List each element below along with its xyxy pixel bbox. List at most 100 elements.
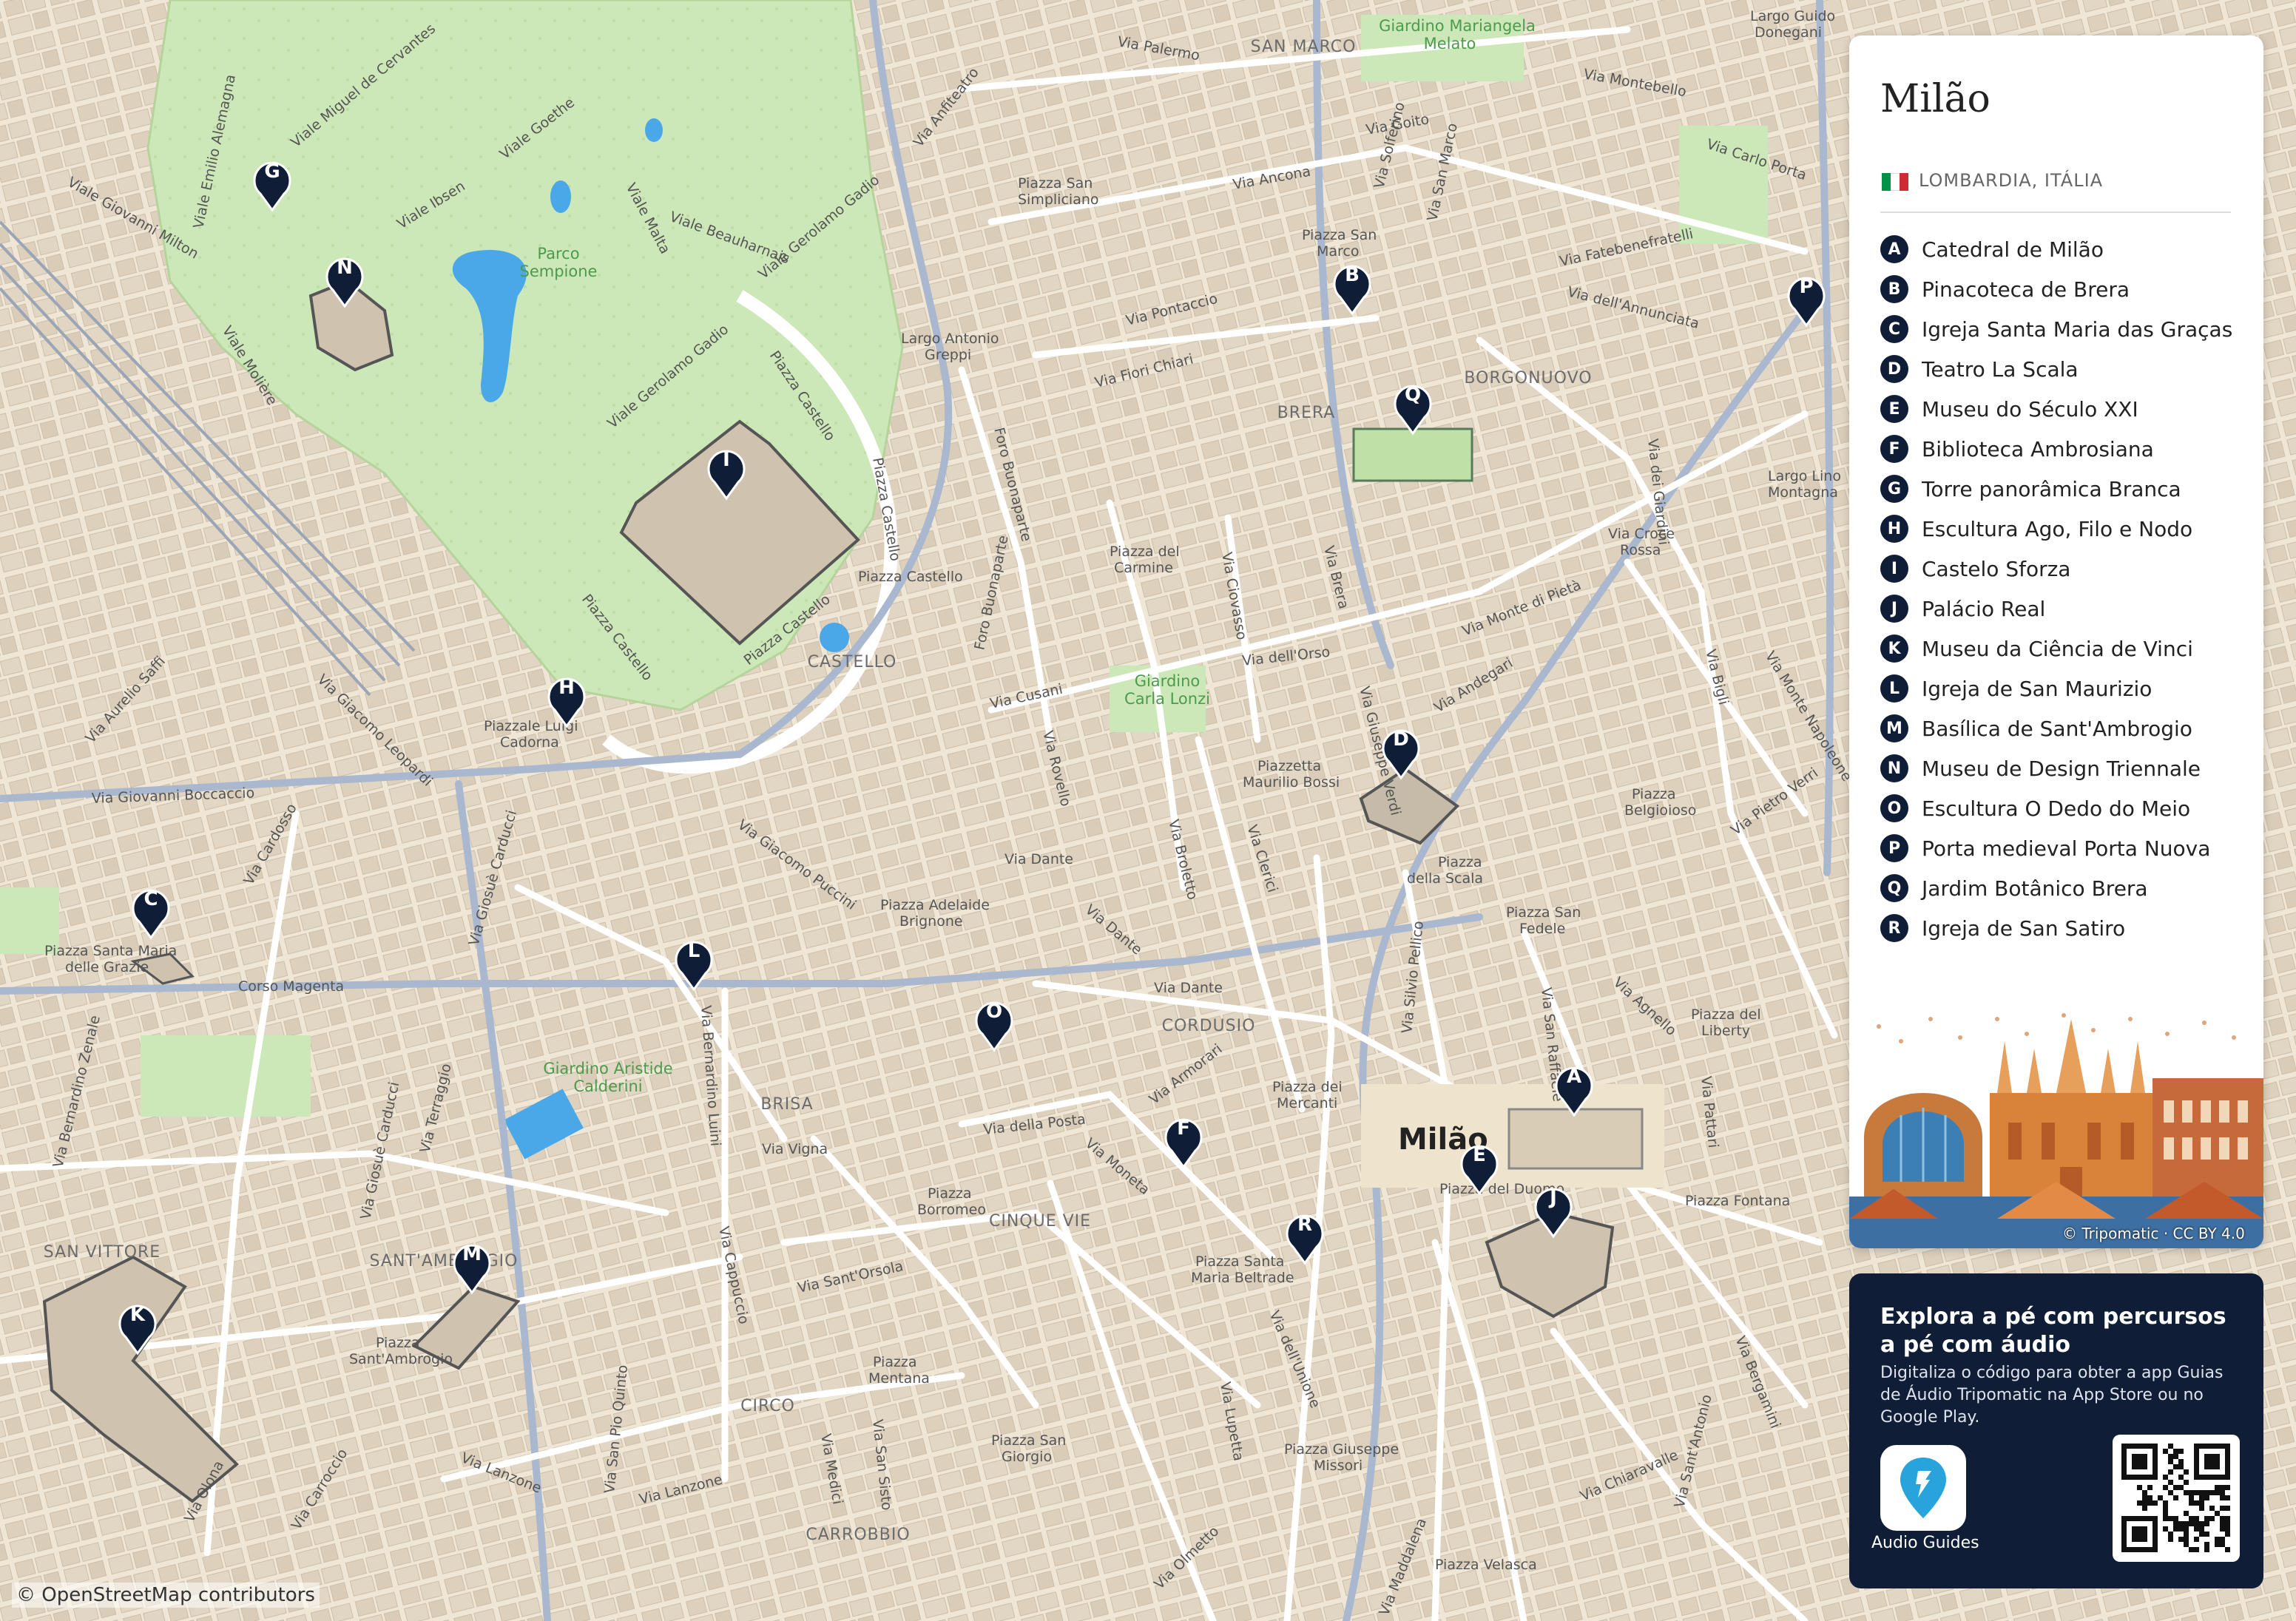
qr-module <box>2225 1547 2230 1552</box>
poi-badge: L <box>1880 674 1908 703</box>
qr-module <box>2204 1542 2209 1547</box>
poi-item-i[interactable]: I Castelo Sforza <box>1880 549 2232 589</box>
qr-module <box>2220 1506 2225 1511</box>
qr-module <box>2184 1526 2189 1532</box>
qr-module <box>2204 1532 2209 1537</box>
district-brera: BRERA <box>1277 404 1336 422</box>
qr-module <box>2173 1449 2178 1454</box>
poi-item-a[interactable]: A Catedral de Milão <box>1880 229 2232 269</box>
qr-module <box>2189 1516 2194 1521</box>
promo-description: Digitaliza o código para obter a app Gui… <box>1880 1364 2224 1427</box>
qr-module <box>2178 1485 2184 1490</box>
qr-module <box>2178 1475 2184 1480</box>
qr-module <box>2220 1495 2225 1500</box>
poi-item-m[interactable]: M Basílica de Sant'Ambrogio <box>1880 708 2232 748</box>
street-label: Piazza San <box>1018 175 1093 192</box>
park-giardino-calderini <box>141 1035 311 1117</box>
legend-panel: Milão LOMBARDIA, ITÁLIA A Catedral de Mil… <box>1849 35 2263 1248</box>
poi-item-l[interactable]: L Igreja de San Maurizio <box>1880 669 2232 708</box>
qr-module <box>2189 1495 2194 1500</box>
qr-module <box>2215 1490 2220 1495</box>
qr-module <box>2184 1521 2189 1526</box>
street-label: Missori <box>1314 1458 1363 1474</box>
qr-module <box>2178 1449 2184 1454</box>
poi-item-r[interactable]: R Igreja de San Satiro <box>1880 908 2232 948</box>
poi-item-c[interactable]: C Igreja Santa Maria das Graças <box>1880 309 2232 349</box>
qr-module <box>2189 1490 2194 1495</box>
marker-letter: O <box>986 1001 1002 1023</box>
street-label: Belgioioso <box>1624 802 1696 819</box>
qr-module <box>2220 1516 2225 1521</box>
poi-item-d[interactable]: D Teatro La Scala <box>1880 349 2232 389</box>
poi-item-h[interactable]: H Escultura Ago, Filo e Nodo <box>1880 509 2232 549</box>
poi-badge: R <box>1880 914 1908 942</box>
poi-badge: D <box>1880 355 1908 383</box>
qr-module <box>2220 1542 2225 1547</box>
qr-module <box>2178 1526 2184 1532</box>
street-label: Cadorna <box>500 734 559 751</box>
street-label: Piazza <box>928 1185 972 1202</box>
street-label: Carmine <box>1114 560 1173 576</box>
street-label: Simpliciano <box>1018 192 1099 208</box>
marker-letter: N <box>337 257 353 279</box>
qr-module <box>2173 1521 2178 1526</box>
qr-module <box>2209 1516 2215 1521</box>
qr-module <box>2178 1521 2184 1526</box>
qr-module <box>2178 1464 2184 1469</box>
poi-item-n[interactable]: N Museu de Design Triennale <box>1880 748 2232 788</box>
marker-letter: E <box>1473 1144 1486 1166</box>
poi-item-q[interactable]: Q Jardim Botânico Brera <box>1880 868 2232 908</box>
qr-module <box>2184 1542 2189 1547</box>
qr-module <box>2204 1521 2209 1526</box>
qr-finder <box>2132 1454 2147 1469</box>
marker-letter: I <box>723 449 730 471</box>
qr-module <box>2199 1490 2204 1495</box>
poi-badge: B <box>1880 275 1908 303</box>
qr-code-icon[interactable] <box>2113 1435 2240 1562</box>
qr-module <box>2163 1485 2168 1490</box>
poi-item-j[interactable]: J Palácio Real <box>1880 589 2232 629</box>
qr-module <box>2147 1500 2152 1506</box>
qr-module <box>2163 1475 2168 1480</box>
street-label: Maurilio Bossi <box>1243 774 1340 791</box>
parco-sempione-label-1: Parco <box>537 245 579 263</box>
street-label: della Scala <box>1407 870 1483 887</box>
poi-item-p[interactable]: P Porta medieval Porta Nuova <box>1880 828 2232 868</box>
poi-item-f[interactable]: F Biblioteca Ambrosiana <box>1880 429 2232 469</box>
poi-name: Escultura Ago, Filo e Nodo <box>1922 516 2193 541</box>
street-label: Piazza Santa <box>1195 1253 1284 1270</box>
district-santambrogio: SANT'AMBROGIO <box>370 1252 519 1270</box>
poi-badge: H <box>1880 515 1908 543</box>
poi-item-e[interactable]: E Museu do Século XXI <box>1880 389 2232 429</box>
poi-list: A Catedral de Milão B Pinacoteca de Brera C I… <box>1880 229 2232 948</box>
qr-module <box>2189 1521 2194 1526</box>
qr-module <box>2225 1485 2230 1490</box>
street-label: Piazza <box>1632 786 1676 802</box>
legend-divider <box>1880 211 2231 213</box>
qr-module <box>2220 1537 2225 1542</box>
poi-name: Porta medieval Porta Nuova <box>1922 836 2211 861</box>
qr-module <box>2215 1485 2220 1490</box>
qr-module <box>2194 1537 2199 1542</box>
poi-name: Basílica de Sant'Ambrogio <box>1922 716 2192 741</box>
poi-name: Igreja de San Maurizio <box>1922 676 2152 701</box>
map-attribution[interactable]: © OpenStreetMap contributors <box>12 1583 320 1608</box>
qr-module <box>2199 1532 2204 1537</box>
qr-module <box>2194 1521 2199 1526</box>
qr-module <box>2168 1532 2173 1537</box>
region-subtitle: LOMBARDIA, ITÁLIA <box>1919 170 2104 191</box>
poi-item-b[interactable]: B Pinacoteca de Brera <box>1880 269 2232 309</box>
audio-guides-app-icon[interactable] <box>1880 1445 1966 1531</box>
street-label: Largo Guido <box>1750 8 1835 24</box>
street-label: Piazza <box>1438 854 1482 870</box>
poi-item-g[interactable]: G Torre panorâmica Branca <box>1880 469 2232 509</box>
street-label: Donegani <box>1755 24 1822 41</box>
italy-flag-icon <box>1882 173 1908 191</box>
carla-lonzi-label-2: Carla Lonzi <box>1124 690 1210 708</box>
qr-module <box>2173 1516 2178 1521</box>
poi-item-k[interactable]: K Museu da Ciência de Vinci <box>1880 629 2232 669</box>
poi-item-o[interactable]: O Escultura O Dedo do Meio <box>1880 788 2232 828</box>
poi-name: Castelo Sforza <box>1922 556 2071 581</box>
qr-module <box>2142 1500 2147 1506</box>
qr-module <box>2215 1511 2220 1516</box>
